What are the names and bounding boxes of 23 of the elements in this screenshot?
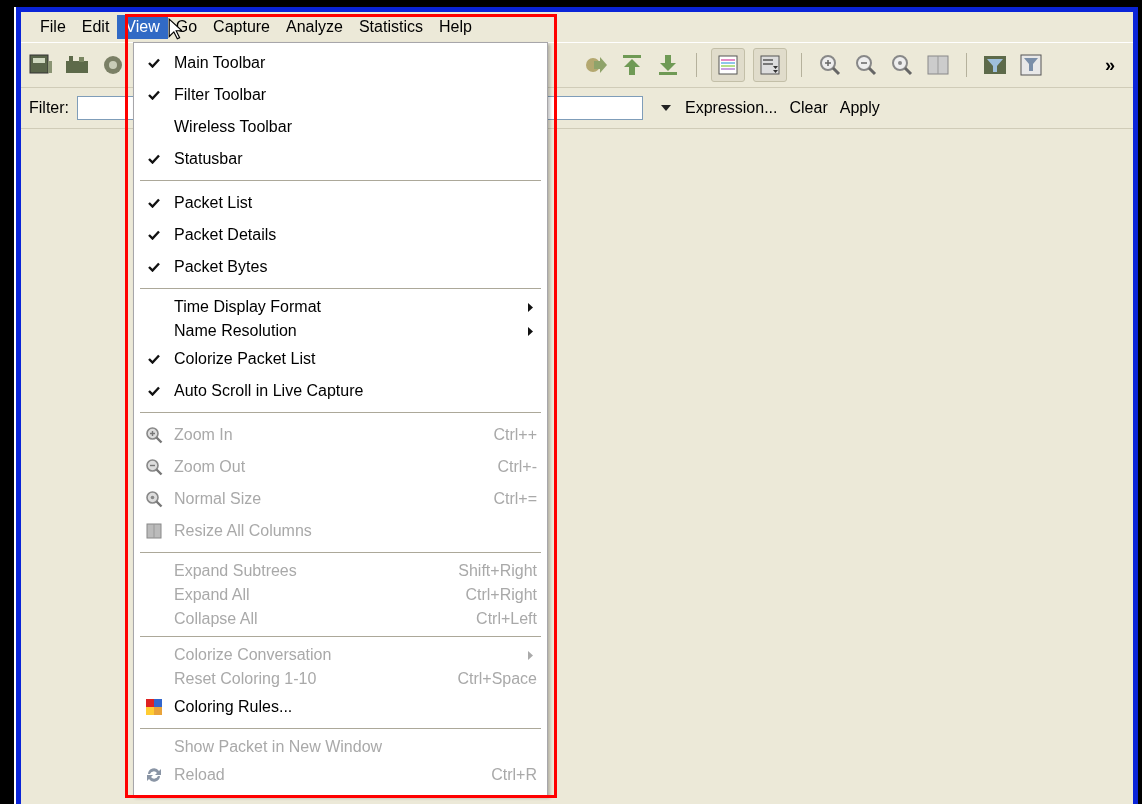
menu-item[interactable]: Time Display Format (134, 295, 547, 319)
menu-item[interactable]: Packet Bytes (134, 251, 547, 283)
overflow-button[interactable]: » (1105, 54, 1115, 76)
filter-label: Filter: (29, 99, 69, 117)
menu-title[interactable]: Help (430, 15, 480, 39)
menu-title[interactable]: Analyze (278, 15, 351, 39)
menu-item[interactable]: Filter Toolbar (134, 79, 547, 111)
menu-item[interactable]: Auto Scroll in Live Capture (134, 375, 547, 407)
filter-action-button[interactable]: Expression... (685, 99, 778, 117)
menu-item[interactable]: Packet List (134, 187, 547, 219)
menu-item[interactable]: Statusbar (134, 143, 547, 175)
menu-item[interactable]: Packet Details (134, 219, 547, 251)
menu-item[interactable]: Main Toolbar (134, 47, 547, 79)
menu-item[interactable]: Name Resolution (134, 319, 547, 343)
filter-action-button[interactable]: Apply (839, 99, 880, 117)
filter-action-button[interactable]: Clear (789, 99, 828, 117)
menu-title[interactable]: File (32, 15, 74, 39)
menu-title[interactable]: Edit (73, 15, 118, 39)
menu-item[interactable]: Colorize Packet List (134, 343, 547, 375)
menu-title[interactable]: Capture (205, 15, 278, 39)
menu-item[interactable]: Coloring Rules... (134, 691, 547, 723)
menu-title[interactable]: Statistics (350, 15, 431, 39)
menu-item[interactable]: Wireless Toolbar (134, 111, 547, 143)
